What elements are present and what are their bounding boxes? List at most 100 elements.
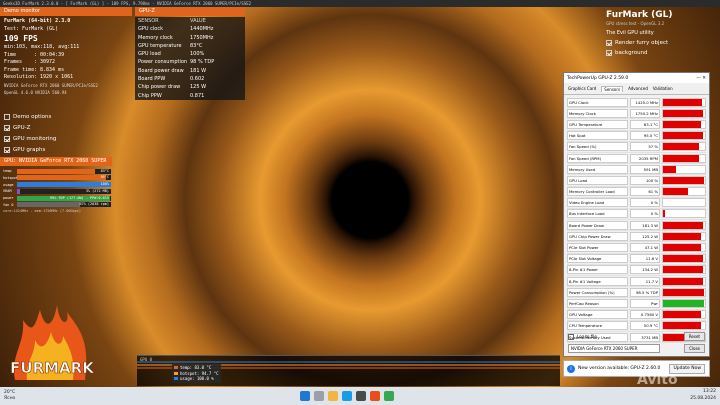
close-icon[interactable]: ✕ <box>702 76 706 81</box>
gpu-bar-value: 3% (272 MB) <box>85 188 109 193</box>
gpuz-sensor-name[interactable]: Fan Speed (%) <box>567 142 628 152</box>
gpuz-sensor-graph <box>662 119 706 129</box>
option-gpu-graphs[interactable]: GPU graphs <box>4 147 45 153</box>
toast-text: New version available: GPU-Z 2.60.0 <box>578 366 661 371</box>
sensor-name: Power consumption <box>138 59 188 66</box>
gpu-bar-fill <box>17 168 96 174</box>
gpuz-app-icon[interactable] <box>384 391 394 401</box>
gpu-bar-VRAM: VRAM 3% (272 MB) <box>3 188 111 194</box>
gpuz-sensor-value: 0 % <box>630 209 660 219</box>
gpu-bar-label: power <box>3 196 14 201</box>
furmark-title: FurMark (GL) <box>606 10 673 20</box>
sensor-value: 0.602 <box>190 76 205 83</box>
sensor-value: 83°C <box>190 42 203 49</box>
gpuz-sensor-value: 47.1 W <box>630 243 660 253</box>
gpuz-sensor-graph <box>662 187 706 197</box>
close-button[interactable]: Close <box>684 344 705 353</box>
taskbar-apps <box>300 391 398 401</box>
gpuz-sensor-row: GPU Load 100 % <box>567 175 706 187</box>
weather-widget[interactable]: 20°C Ясно <box>4 390 15 402</box>
option-gpu-z[interactable]: GPU-Z <box>4 125 30 131</box>
gpu-bar-fill <box>17 202 80 208</box>
edge-browser-icon[interactable] <box>342 391 352 401</box>
gpuz-sensor-name[interactable]: Video Engine Load <box>567 198 628 208</box>
gpuz-sensor-name[interactable]: CPU Temperature <box>567 321 628 331</box>
legend-swatch <box>174 366 178 369</box>
tab-sensors[interactable]: Sensors <box>601 86 624 92</box>
minimize-icon[interactable]: — <box>696 76 701 81</box>
gpuz-sensor-name[interactable]: Board Power Draw <box>567 220 628 230</box>
gpuz-sensor-name[interactable]: GPU Chip Power Draw <box>567 231 628 241</box>
gpuz-sensor-name[interactable]: GPU Temperature <box>567 119 628 129</box>
gpu-bar-label: fan 0 <box>3 202 14 207</box>
gpuz-sensor-graph <box>662 131 706 141</box>
steam-icon[interactable] <box>356 391 366 401</box>
search-icon[interactable] <box>314 391 324 401</box>
windows-start-icon[interactable] <box>300 391 310 401</box>
reset-button[interactable]: Reset <box>683 332 705 341</box>
gpuz-sensor-row: PCIe Slot Voltage 11.6 V <box>567 254 706 265</box>
gpuz-sensor-name[interactable]: Bus Interface Load <box>567 209 628 219</box>
device-select[interactable]: NVIDIA GeForce RTX 2060 SUPER <box>568 344 660 353</box>
gpuz-sensor-value: 98.5 % TDP <box>630 287 660 297</box>
gpu-bar-value: 95°C <box>100 175 109 180</box>
tab-advanced[interactable]: Advanced <box>628 86 648 92</box>
gpuz-sensor-graph <box>662 231 706 241</box>
gpuz-sensor-name[interactable]: Hot Spot <box>567 131 628 141</box>
gpuz-sensor-name[interactable]: PCIe Slot Voltage <box>567 254 628 264</box>
legend-text: hotspot: 94.7 °C <box>180 370 219 376</box>
checkbox-checked-icon[interactable] <box>4 125 10 131</box>
system-clock[interactable]: 13:22 25.08.2024 <box>690 388 716 402</box>
log-to-file-checkbox[interactable]: Log to file <box>568 333 597 340</box>
demo-monitor-header[interactable]: Demo monitor <box>0 7 132 16</box>
file-explorer-icon[interactable] <box>328 391 338 401</box>
option-gpu-monitoring[interactable]: GPU monitoring <box>4 136 56 142</box>
sensor-name: Memory clock <box>138 34 173 41</box>
gpuz-overlay-header[interactable]: GPU-Z <box>135 7 245 16</box>
gpuz-sensor-row: CPU Temperature 50.9 °C <box>567 321 706 332</box>
gpuz-sensor-row: Board Power Draw 181.3 W <box>567 220 706 232</box>
furmark-app-icon[interactable] <box>370 391 380 401</box>
option-background[interactable]: background <box>606 50 672 56</box>
checkbox-checked-icon[interactable] <box>606 50 612 56</box>
gpuz-sensor-graph-fill <box>663 299 704 307</box>
tab-graphics-card[interactable]: Graphics Card <box>568 86 596 92</box>
checkbox-checked-icon[interactable] <box>4 147 10 153</box>
gpuz-sensor-value: 95.0 °C <box>630 131 660 141</box>
clock-date: 25.08.2024 <box>690 396 716 401</box>
gpuz-sensor-name[interactable]: 8-Pin #1 Power <box>567 265 628 275</box>
gpuz-sensor-graph <box>662 97 706 107</box>
gpuz-window: TechPowerUp GPU-Z 2.59.0 — ✕ Graphics Ca… <box>563 72 710 357</box>
gpuz-sensor-name[interactable]: Power Consumption (%) <box>567 287 628 297</box>
gpu-panel-header[interactable]: GPU: NVIDIA GeForce RTX 2060 SUPER <box>0 157 112 166</box>
gpuz-sensor-row: PCIe Slot Power 47.1 W <box>567 242 706 254</box>
checkbox-icon[interactable] <box>568 333 574 340</box>
avito-watermark: Avito <box>637 372 678 388</box>
gpuz-sensor-name[interactable]: 8-Pin #1 Voltage <box>567 276 628 286</box>
gpuz-sensor-name[interactable]: PCIe Slot Power <box>567 243 628 253</box>
gpuz-sensor-name[interactable]: GPU Clock <box>567 97 628 107</box>
gpuz-sensor-name[interactable]: Memory Clock <box>567 108 628 118</box>
gpuz-sensor-name[interactable]: GPU Load <box>567 175 628 185</box>
sensor-table-header: SENSOR VALUE <box>138 18 206 24</box>
sensor-value: 98 % TDP <box>190 59 215 66</box>
tab-validation[interactable]: Validation <box>653 86 673 92</box>
sensor-name: GPU clock <box>138 26 163 33</box>
sensor-name: GPU load <box>138 51 161 58</box>
sensor-name: Board PPW <box>138 76 166 83</box>
gpuz-sensor-name[interactable]: Fan Speed (RPM) <box>567 153 628 163</box>
gpuz-sensor-name[interactable]: Memory Controller Load <box>567 187 628 197</box>
gpuz-sensor-name[interactable]: PerfCap Reason <box>567 298 628 308</box>
checkbox-checked-icon[interactable] <box>4 136 10 142</box>
gpuz-sensor-graph <box>662 175 706 185</box>
checkbox-checked-icon[interactable] <box>606 40 612 46</box>
gpu-bars: temp 83°C hotspot 95°C usage 100% VRAM 3% (272 … <box>3 168 111 213</box>
option-demo-options[interactable]: Demo options <box>4 114 51 120</box>
gpuz-sensor-graph <box>662 108 706 118</box>
gpuz-sensor-name[interactable]: Memory Used <box>567 164 628 174</box>
checkbox-icon[interactable] <box>4 114 10 120</box>
taskbar: 20°C Ясно 13:22 25.08.2024 <box>0 387 720 405</box>
option-render-furry-object[interactable]: Render furry object <box>606 40 672 46</box>
gpuz-sensor-name[interactable]: GPU Voltage <box>567 310 628 320</box>
gpuz-sensor-graph <box>662 298 706 308</box>
